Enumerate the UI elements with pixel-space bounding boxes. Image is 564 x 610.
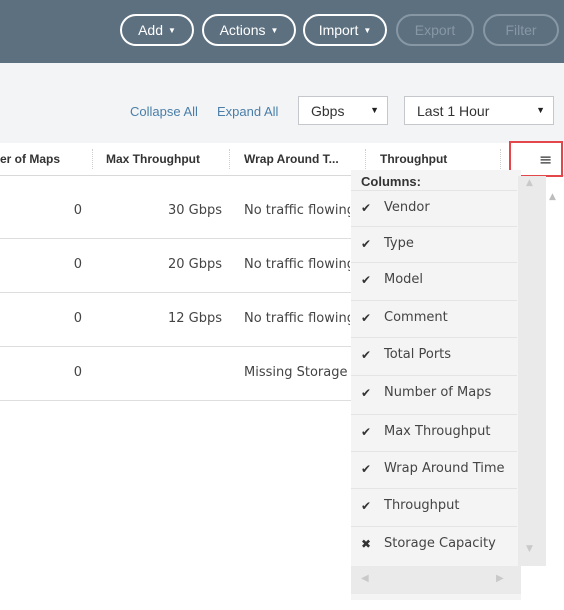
column-divider [365,149,366,169]
column-option-max-throughput[interactable]: ✔ Max Throughput [351,414,517,450]
chevron-down-icon: ▼ [363,25,372,35]
number-of-maps-cell: 0 [73,365,82,380]
add-button-label: Add [138,22,163,38]
menu-vertical-scrollbar[interactable]: ▲ ▼ [518,176,546,566]
column-chooser-menu: Columns: ✔ Vendor ✔ Type ✔ Model ✔ Comme… [351,170,521,600]
column-option-label: Total Ports [384,347,452,362]
checkmark-icon: ✔ [361,201,372,215]
actions-button[interactable]: Actions ▼ [202,14,296,46]
column-header-wrap-around-time[interactable]: Wrap Around T... [244,152,348,166]
grid-scrollbar[interactable] [546,190,564,610]
column-header-max-throughput[interactable]: Max Throughput [106,152,224,166]
checkmark-icon: ✔ [361,499,372,513]
chevron-down-icon: ▼ [168,25,176,35]
column-divider [500,149,501,169]
checkmark-icon: ✔ [361,386,372,400]
column-option-label: Model [384,272,424,287]
column-option-label: Storage Capacity [384,536,496,551]
column-option-label: Number of Maps [384,385,492,400]
column-option-label: Wrap Around Time [384,461,505,476]
column-option-label: Vendor [384,200,430,215]
scroll-up-icon[interactable]: ▲ [549,192,556,202]
column-option-label: Max Throughput [384,424,491,439]
wrap-around-cell: No traffic flowing [244,257,350,272]
max-throughput-cell: 30 Gbps [167,203,222,218]
scroll-left-icon[interactable]: ◀ [361,573,369,584]
column-divider [92,149,93,169]
column-option-throughput[interactable]: ✔ Throughput [351,488,517,524]
column-header-throughput[interactable]: Throughput [380,152,480,166]
column-option-label: Throughput [384,498,460,513]
chevron-down-icon: ▼ [270,25,279,35]
max-throughput-cell: 12 Gbps [167,311,222,326]
unit-select-value: Gbps [311,103,345,119]
add-button[interactable]: Add ▼ [120,14,194,46]
column-option-type[interactable]: ✔ Type [351,226,517,262]
column-option-comment[interactable]: ✔ Comment [351,300,517,336]
cross-icon: ✖ [361,537,372,551]
time-range-select[interactable]: Last 1 Hour ▼ [404,96,554,125]
column-option-vendor[interactable]: ✔ Vendor [351,190,517,226]
number-of-maps-cell: 0 [73,203,82,218]
column-header-number-of-maps[interactable]: er of Maps [0,152,88,166]
number-of-maps-cell: 0 [73,257,82,272]
actions-button-label: Actions [219,22,266,38]
scroll-up-icon[interactable]: ▲ [526,178,533,188]
number-of-maps-cell: 0 [73,311,82,326]
wrap-around-cell: Missing Storage [244,365,348,380]
max-throughput-cell: 20 Gbps [167,257,222,272]
wrap-around-cell: No traffic flowing [244,311,350,326]
scroll-down-icon[interactable]: ▼ [526,544,533,554]
collapse-all-link[interactable]: Collapse All [130,104,198,119]
columns-menu-title: Columns: [361,174,421,189]
column-option-storage-capacity[interactable]: ✖ Storage Capacity [351,526,517,562]
wrap-around-cell: No traffic flowing [244,203,350,218]
export-button-label: Export [414,22,456,38]
hamburger-menu-icon: ≡ [539,150,553,169]
import-button-label: Import [318,22,359,38]
column-option-wrap-around-time[interactable]: ✔ Wrap Around Time [351,451,517,487]
column-option-number-of-maps[interactable]: ✔ Number of Maps [351,375,517,411]
chevron-down-icon: ▼ [370,105,379,115]
checkmark-icon: ✔ [361,462,372,476]
unit-select[interactable]: Gbps ▼ [298,96,388,125]
time-range-value: Last 1 Hour [417,103,490,119]
checkmark-icon: ✔ [361,237,372,251]
column-divider [229,149,230,169]
filter-button[interactable]: Filter [483,14,559,46]
export-button[interactable]: Export [396,14,474,46]
column-option-label: Type [384,236,414,251]
checkmark-icon: ✔ [361,348,372,362]
chevron-down-icon: ▼ [536,105,545,115]
checkmark-icon: ✔ [361,273,372,287]
scroll-right-icon[interactable]: ▶ [496,573,504,584]
expand-all-link[interactable]: Expand All [217,104,278,119]
checkmark-icon: ✔ [361,311,372,325]
column-option-model[interactable]: ✔ Model [351,262,517,298]
column-option-total-ports[interactable]: ✔ Total Ports [351,337,517,373]
menu-horizontal-scrollbar[interactable]: ◀ ▶ [351,566,521,594]
filter-button-label: Filter [505,22,537,38]
checkmark-icon: ✔ [361,425,372,439]
import-button[interactable]: Import ▼ [303,14,387,46]
column-option-label: Comment [384,310,448,325]
